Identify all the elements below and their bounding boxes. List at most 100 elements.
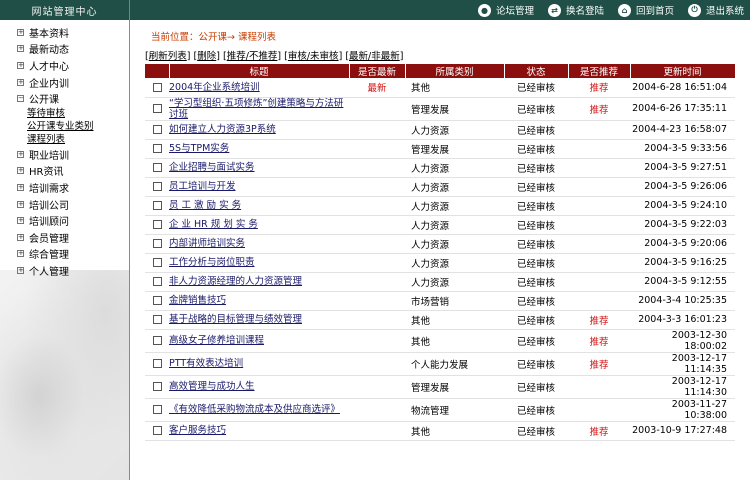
expand-icon[interactable]: +: [17, 28, 24, 36]
row-checkbox[interactable]: [152, 201, 162, 210]
refresh-list-button[interactable]: 刷新列表: [149, 51, 187, 62]
nav-forum-manage[interactable]: ● 论坛管理: [477, 3, 534, 17]
sidebar-item-hr-news[interactable]: + HR资讯: [0, 163, 129, 180]
expand-icon[interactable]: +: [17, 183, 24, 191]
latest-toggle-button[interactable]: 最新/非最新: [349, 51, 400, 62]
row-checkbox[interactable]: [152, 258, 162, 267]
row-checkbox[interactable]: [152, 163, 162, 172]
row-checkbox[interactable]: [152, 359, 162, 368]
course-title-link[interactable]: PTT有效表达培训: [169, 358, 243, 369]
review-toggle-button[interactable]: 审核/未审核: [288, 51, 339, 62]
course-title-link[interactable]: 高级女子修养培训课程: [169, 335, 264, 346]
sidebar-menu: + 基本资料 + 最新动态 + 人才中心 + 企业内训 − 公开课 等待审核 公…: [0, 24, 129, 279]
table-row: 高级女子修养培训课程 其他 已经审核 推荐 2003-12-30 18:00:02: [145, 329, 735, 353]
row-checkbox[interactable]: [152, 336, 162, 345]
row-checkbox[interactable]: [152, 104, 162, 113]
row-checkbox[interactable]: [152, 426, 162, 435]
course-title-link[interactable]: 如何建立人力资源3P系统: [169, 124, 276, 135]
nav-label: 论坛管理: [495, 6, 534, 17]
sidebar-item-latest-news[interactable]: + 最新动态: [0, 41, 129, 58]
course-title-link[interactable]: “学习型组织·五项修炼”创建策略与方法研讨班: [169, 98, 343, 120]
row-checkbox[interactable]: [152, 296, 162, 305]
row-checkbox[interactable]: [152, 315, 162, 324]
course-title-link[interactable]: 2004年企业系统培训: [169, 82, 260, 93]
sidebar-item-training-consultant[interactable]: + 培训顾问: [0, 212, 129, 229]
header-title-cell: 网站管理中心: [0, 0, 130, 20]
category-cell: 其他: [405, 310, 504, 330]
row-select-cell: [145, 253, 169, 273]
sidebar-item-corporate-training[interactable]: + 企业内训: [0, 74, 129, 91]
expand-icon[interactable]: +: [17, 217, 24, 225]
updated-time-cell: 2004-3-3 16:01:23: [630, 310, 735, 330]
sidebar-subitem-course-categories[interactable]: 公开课专业类别: [0, 120, 129, 133]
row-select-cell: [145, 177, 169, 197]
sidebar-item-label: 综合管理: [29, 250, 69, 262]
recommend-toggle-button[interactable]: 推荐/不推荐: [227, 51, 278, 62]
expand-icon[interactable]: +: [17, 266, 24, 274]
sidebar-item-personal-manage[interactable]: + 个人管理: [0, 262, 129, 279]
course-title-link[interactable]: 5S与TPM实务: [169, 143, 229, 154]
nav-home[interactable]: ⌂ 回到首页: [617, 3, 674, 17]
table-header-row: 标题 是否最新 所属类别 状态 是否推荐 更新时间: [145, 64, 736, 78]
latest-flag-cell: [349, 139, 405, 159]
sidebar-item-training-company[interactable]: + 培训公司: [0, 196, 129, 213]
status-cell: 已经审核: [504, 329, 568, 353]
row-checkbox[interactable]: [152, 405, 162, 414]
row-checkbox[interactable]: [152, 144, 162, 153]
course-title-link[interactable]: 内部讲师培训实务: [169, 238, 245, 249]
sidebar-item-vocational-training[interactable]: + 职业培训: [0, 146, 129, 163]
expand-icon[interactable]: +: [17, 167, 24, 175]
sidebar-item-public-course[interactable]: − 公开课: [0, 90, 129, 107]
course-title-link[interactable]: 金牌销售技巧: [169, 295, 226, 306]
sidebar-item-general-manage[interactable]: + 综合管理: [0, 246, 129, 263]
sidebar-item-basic-info[interactable]: + 基本资料: [0, 24, 129, 41]
expand-icon[interactable]: +: [17, 78, 24, 86]
expand-icon[interactable]: +: [17, 250, 24, 258]
course-title-link[interactable]: 员工培训与开发: [169, 181, 236, 192]
recommend-flag-cell: 推荐: [568, 352, 630, 376]
recommend-flag-cell: [568, 215, 630, 235]
course-title-link[interactable]: 高效管理与成功人生: [169, 381, 255, 392]
latest-flag-cell: [349, 196, 405, 216]
course-title-link[interactable]: 工作分析与岗位职责: [169, 257, 255, 268]
sidebar-subitem-pending-review[interactable]: 等待审核: [0, 107, 129, 120]
sidebar-item-talent-center[interactable]: + 人才中心: [0, 57, 129, 74]
expand-icon[interactable]: +: [17, 233, 24, 241]
course-title-link[interactable]: 客户服务技巧: [169, 425, 226, 436]
expand-icon[interactable]: +: [17, 150, 24, 158]
course-title-link[interactable]: 《有效降低采购物流成本及供应商选评》: [169, 404, 340, 415]
sidebar-item-label: 培训需求: [29, 183, 69, 195]
sidebar-item-member-manage[interactable]: + 会员管理: [0, 229, 129, 246]
course-title-link[interactable]: 员 工 激 励 实 务: [169, 200, 241, 211]
table-row: PTT有效表达培训 个人能力发展 已经审核 推荐 2003-12-17 11:14:35: [145, 352, 735, 376]
row-checkbox[interactable]: [152, 239, 162, 248]
delete-button[interactable]: 删除: [197, 51, 216, 62]
course-title-link[interactable]: 非人力资源经理的人力资源管理: [169, 276, 302, 287]
category-cell: 管理发展: [405, 97, 504, 121]
sidebar-item-training-demand[interactable]: + 培训需求: [0, 179, 129, 196]
expand-icon[interactable]: +: [17, 200, 24, 208]
row-select-cell: [145, 120, 169, 140]
table-body: 2004年企业系统培训 最新 其他 已经审核 推荐 2004-6-28 16:51:04 “…: [145, 78, 735, 441]
collapse-icon[interactable]: −: [17, 95, 24, 103]
course-title-link[interactable]: 企 业 HR 规 划 实 务: [169, 219, 258, 230]
category-cell: 其他: [405, 329, 504, 353]
course-title-cell: 企 业 HR 规 划 实 务: [169, 215, 349, 235]
sidebar-subitem-course-list[interactable]: 课程列表: [0, 133, 129, 146]
switch-user-icon: ⇄: [547, 3, 561, 17]
row-checkbox[interactable]: [152, 125, 162, 134]
row-checkbox[interactable]: [152, 382, 162, 391]
row-checkbox[interactable]: [152, 220, 162, 229]
nav-logout[interactable]: ⏻ 退出系统: [687, 3, 744, 17]
expand-icon[interactable]: +: [17, 45, 24, 53]
nav-switch-user[interactable]: ⇄ 换名登陆: [547, 3, 604, 17]
course-title-link[interactable]: 基于战略的目标管理与绩效管理: [169, 314, 302, 325]
row-checkbox[interactable]: [152, 277, 162, 286]
expand-icon[interactable]: +: [17, 61, 24, 69]
course-title-cell: 金牌销售技巧: [169, 291, 349, 311]
course-title-link[interactable]: 企业招聘与面试实务: [169, 162, 255, 173]
updated-time-cell: 2003-11-27 10:38:00: [630, 398, 735, 422]
updated-time-cell: 2004-3-4 10:25:35: [630, 291, 735, 311]
row-checkbox[interactable]: [152, 82, 162, 92]
row-checkbox[interactable]: [152, 182, 162, 191]
